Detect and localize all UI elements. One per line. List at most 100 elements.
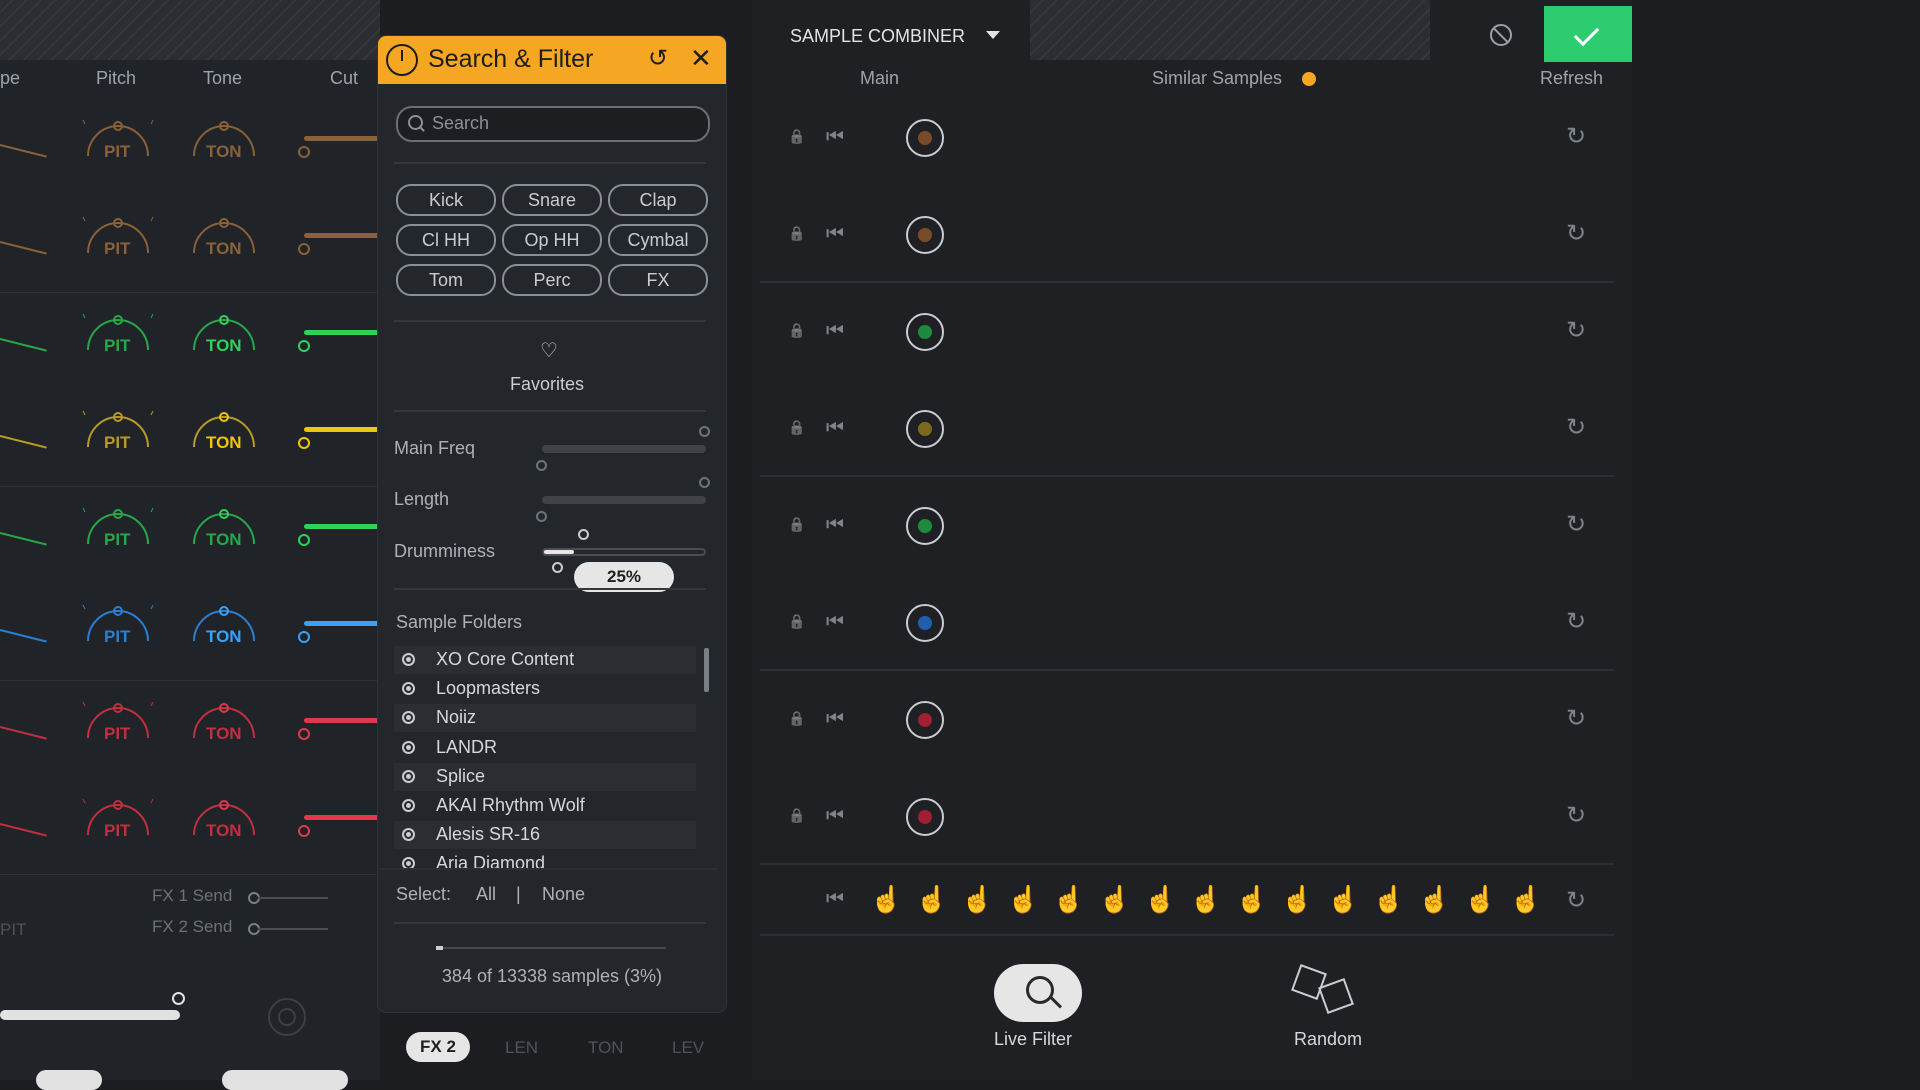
folder-item[interactable]: Alesis SR-16 <box>394 821 696 850</box>
pad-hand-icon[interactable]: ☝ <box>1327 884 1359 915</box>
skip-back-icon[interactable]: ⏮ <box>826 888 844 911</box>
sample-slot-button[interactable] <box>906 507 944 545</box>
lock-icon[interactable]: 🔒 <box>788 419 805 436</box>
pad-hand-icon[interactable]: ☝ <box>1464 884 1496 915</box>
skip-back-icon[interactable]: ⏮ <box>826 126 844 149</box>
refresh-icon[interactable]: ↻ <box>1566 219 1586 248</box>
refresh-header[interactable]: Refresh <box>1540 68 1603 89</box>
tag-perc[interactable]: Perc <box>502 264 602 296</box>
confirm-button[interactable] <box>1544 6 1632 62</box>
bottom-button-1[interactable] <box>36 1070 102 1090</box>
pad-hand-icon[interactable]: ☝ <box>870 884 902 915</box>
folder-radio[interactable] <box>402 653 415 666</box>
sample-slot-button[interactable] <box>906 701 944 739</box>
refresh-icon[interactable]: ↻ <box>1566 801 1586 830</box>
select-none-link[interactable]: None <box>542 884 585 905</box>
undo-icon[interactable]: ↺ <box>648 47 668 71</box>
master-slider-handle[interactable] <box>172 992 185 1005</box>
combiner-title[interactable]: SAMPLE COMBINER <box>790 26 965 47</box>
folder-radio[interactable] <box>402 857 415 868</box>
cut-slider[interactable] <box>304 621 380 626</box>
length-min-handle[interactable] <box>536 511 547 522</box>
sample-slot-button[interactable] <box>906 119 944 157</box>
cut-slider[interactable] <box>304 136 380 141</box>
length-slider[interactable] <box>542 496 706 504</box>
tag-op-hh[interactable]: Op HH <box>502 224 602 256</box>
search-input[interactable]: Search <box>396 106 710 142</box>
pad-hand-icon[interactable]: ☝ <box>1510 884 1542 915</box>
pad-hand-icon[interactable]: ☝ <box>1099 884 1131 915</box>
lock-icon[interactable]: 🔒 <box>788 128 805 145</box>
folder-item[interactable]: LANDR <box>394 734 696 762</box>
pad-hand-icon[interactable]: ☝ <box>1418 884 1450 915</box>
skip-back-icon[interactable]: ⏮ <box>826 417 844 440</box>
pad-hand-icon[interactable]: ☝ <box>1373 884 1405 915</box>
sample-slot-button[interactable] <box>906 313 944 351</box>
folder-list[interactable]: XO Core Content Loopmasters Noiiz LANDR Spli… <box>378 646 718 868</box>
sample-slot-button[interactable] <box>906 604 944 642</box>
cut-slider[interactable] <box>304 233 380 238</box>
cut-handle[interactable] <box>298 437 310 449</box>
skip-back-icon[interactable]: ⏮ <box>826 514 844 537</box>
refresh-icon[interactable]: ↻ <box>1566 413 1586 442</box>
folder-item[interactable]: XO Core Content <box>394 646 696 674</box>
sample-slot-button[interactable] <box>906 216 944 254</box>
lock-icon[interactable]: 🔒 <box>788 225 805 242</box>
tag-clap[interactable]: Clap <box>608 184 708 216</box>
folder-radio[interactable] <box>402 711 415 725</box>
skip-back-icon[interactable]: ⏮ <box>826 805 844 828</box>
skip-back-icon[interactable]: ⏮ <box>826 708 844 731</box>
fx1-send-slider[interactable] <box>258 897 328 899</box>
folder-scrollbar[interactable] <box>704 648 709 692</box>
fx-knob-lev[interactable]: LEV <box>672 1038 704 1058</box>
refresh-icon[interactable]: ↻ <box>1566 704 1586 733</box>
cut-handle[interactable] <box>298 340 310 352</box>
refresh-icon[interactable]: ↻ <box>1566 510 1586 539</box>
tag-cl-hh[interactable]: Cl HH <box>396 224 496 256</box>
folder-radio[interactable] <box>402 769 415 783</box>
tag-kick[interactable]: Kick <box>396 184 496 216</box>
folder-radio[interactable] <box>402 682 415 696</box>
power-icon[interactable] <box>386 44 418 76</box>
cut-handle[interactable] <box>298 825 310 837</box>
master-slider-fill[interactable] <box>0 1010 180 1020</box>
bottom-button-2[interactable] <box>222 1070 348 1090</box>
pad-hand-icon[interactable]: ☝ <box>961 884 993 915</box>
refresh-icon[interactable]: ↻ <box>1566 122 1586 151</box>
pad-hand-icon[interactable]: ☝ <box>1144 884 1176 915</box>
close-icon[interactable]: ✕ <box>690 45 712 71</box>
lock-icon[interactable]: 🔒 <box>788 710 805 727</box>
main-freq-min-handle[interactable] <box>536 460 547 471</box>
sample-slot-button[interactable] <box>906 798 944 836</box>
cut-handle[interactable] <box>298 631 310 643</box>
cut-handle[interactable] <box>298 146 310 158</box>
drumminess-min-handle[interactable] <box>552 562 563 573</box>
tag-fx[interactable]: FX <box>608 264 708 296</box>
folder-item[interactable]: Noiiz <box>394 704 696 733</box>
lock-icon[interactable]: 🔒 <box>788 516 805 533</box>
skip-back-icon[interactable]: ⏮ <box>826 611 844 634</box>
select-all-link[interactable]: All <box>476 884 496 905</box>
heart-icon[interactable]: ♡ <box>540 338 558 363</box>
favorites-label[interactable]: Favorites <box>510 374 584 395</box>
cut-slider[interactable] <box>304 815 380 820</box>
folder-item[interactable]: Aria Diamond <box>394 850 696 868</box>
folder-radio[interactable] <box>402 828 415 842</box>
sample-slot-button[interactable] <box>906 410 944 448</box>
pad-hand-icon[interactable]: ☝ <box>916 884 948 915</box>
target-icon[interactable] <box>268 998 306 1036</box>
pad-hand-icon[interactable]: ☝ <box>1236 884 1268 915</box>
refresh-icon[interactable]: ↻ <box>1566 886 1586 915</box>
main-freq-slider[interactable] <box>542 445 706 453</box>
pad-hand-icon[interactable]: ☝ <box>1190 884 1222 915</box>
skip-back-icon[interactable]: ⏮ <box>826 223 844 246</box>
cut-handle[interactable] <box>298 243 310 255</box>
tag-tom[interactable]: Tom <box>396 264 496 296</box>
fx2-send-slider[interactable] <box>258 928 328 930</box>
skip-back-icon[interactable]: ⏮ <box>826 320 844 343</box>
pad-hand-icon[interactable]: ☝ <box>1281 884 1313 915</box>
cut-slider[interactable] <box>304 718 380 723</box>
folder-item[interactable]: Splice <box>394 762 696 791</box>
cut-slider[interactable] <box>304 427 380 432</box>
cut-slider[interactable] <box>304 524 380 529</box>
